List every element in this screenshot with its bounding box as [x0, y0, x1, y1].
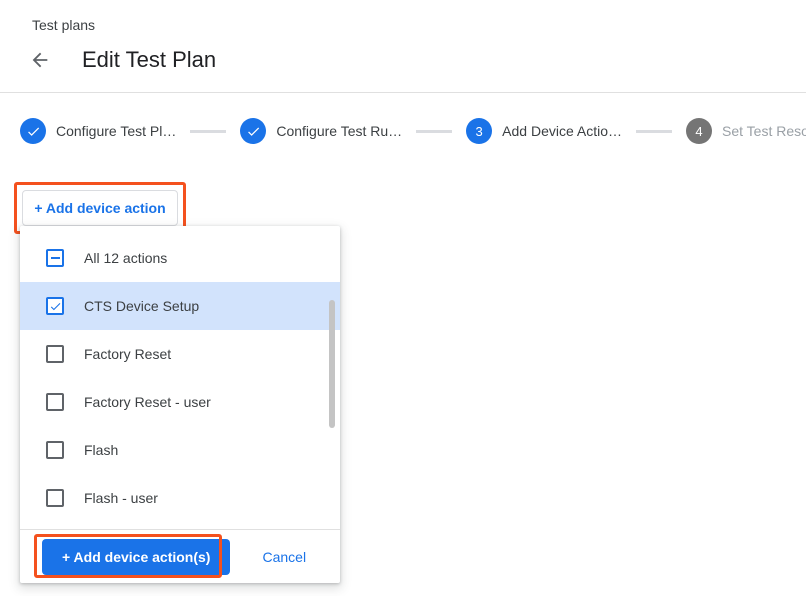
add-device-action-button[interactable]: + Add device action: [22, 190, 178, 226]
list-item-label: Factory Reset - user: [84, 394, 211, 410]
page-header: Test plans Edit Test Plan: [0, 0, 806, 76]
step-2-circle: [240, 118, 266, 144]
step-1-circle: [20, 118, 46, 144]
title-row: Edit Test Plan: [24, 44, 782, 76]
step-3-circle: 3: [466, 118, 492, 144]
scrollbar-thumb[interactable]: [329, 300, 335, 428]
checkbox-unchecked-icon[interactable]: [46, 393, 64, 411]
step-1[interactable]: Configure Test Pl…: [20, 118, 176, 144]
breadcrumb[interactable]: Test plans: [32, 16, 782, 34]
step-connector-1: [190, 130, 226, 133]
step-2-label: Configure Test Ru…: [276, 123, 402, 139]
scrollbar-track[interactable]: [329, 234, 335, 521]
step-4-label: Set Test Resourc…: [722, 123, 806, 139]
checkbox-unchecked-icon[interactable]: [46, 441, 64, 459]
list-item[interactable]: Flash: [20, 426, 340, 474]
step-3-label: Add Device Actio…: [502, 123, 622, 139]
step-4[interactable]: 4 Set Test Resourc…: [686, 118, 806, 144]
list-item[interactable]: Factory Reset: [20, 330, 340, 378]
step-3[interactable]: 3 Add Device Actio…: [466, 118, 622, 144]
list-item[interactable]: CTS Device Setup: [20, 282, 340, 330]
add-device-actions-submit-button[interactable]: + Add device action(s): [42, 539, 230, 575]
checkbox-indeterminate-icon[interactable]: [46, 249, 64, 267]
checkbox-checked-icon[interactable]: [46, 297, 64, 315]
step-2[interactable]: Configure Test Ru…: [240, 118, 402, 144]
page-title: Edit Test Plan: [82, 46, 216, 74]
step-connector-2: [416, 130, 452, 133]
list-item-label: CTS Device Setup: [84, 298, 199, 314]
list-item-label: Factory Reset: [84, 346, 171, 362]
device-action-dropdown-panel: All 12 actions CTS Device Setup Factory …: [20, 226, 340, 583]
step-4-circle: 4: [686, 118, 712, 144]
step-connector-3: [636, 130, 672, 133]
checkbox-unchecked-icon[interactable]: [46, 489, 64, 507]
list-item[interactable]: Flash - user: [20, 474, 340, 522]
list-item-label: Flash: [84, 442, 118, 458]
list-item-label: Flash - user: [84, 490, 158, 506]
checkbox-unchecked-icon[interactable]: [46, 345, 64, 363]
stepper: Configure Test Pl… Configure Test Ru… 3 …: [20, 118, 798, 144]
step-1-label: Configure Test Pl…: [56, 123, 176, 139]
arrow-left-icon[interactable]: [24, 44, 56, 76]
list-item-select-all[interactable]: All 12 actions: [20, 234, 340, 282]
cancel-button[interactable]: Cancel: [254, 541, 314, 573]
list-item[interactable]: Factory Reset - user: [20, 378, 340, 426]
list-item-label: All 12 actions: [84, 250, 167, 266]
header-divider: [0, 92, 806, 93]
device-action-list: All 12 actions CTS Device Setup Factory …: [20, 226, 340, 529]
dropdown-footer: + Add device action(s) Cancel: [20, 529, 340, 583]
